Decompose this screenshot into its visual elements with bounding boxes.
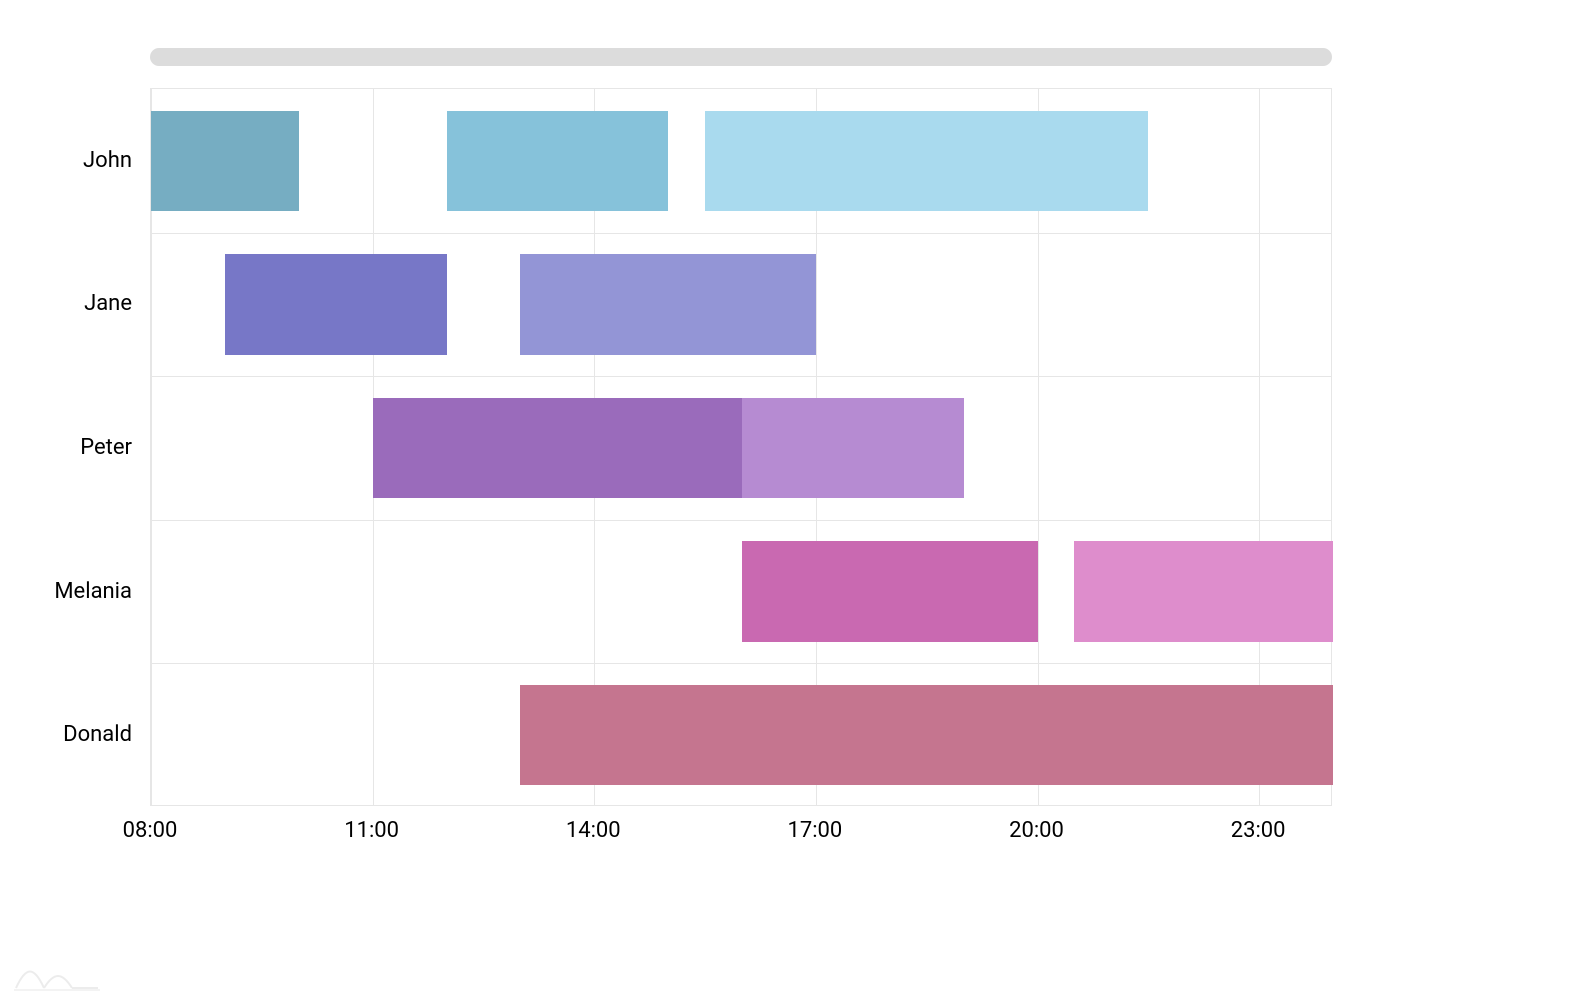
x-axis-label: 23:00 [1231, 818, 1286, 843]
hgrid-line [151, 520, 1331, 521]
gantt-bar[interactable] [373, 398, 742, 499]
y-axis-label: John [0, 148, 132, 173]
range-scrollbar[interactable] [150, 48, 1332, 66]
x-axis-label: 14:00 [566, 818, 621, 843]
y-axis-label: Donald [0, 722, 132, 747]
x-axis-label: 08:00 [123, 818, 178, 843]
y-axis-label: Jane [0, 291, 132, 316]
gantt-bar[interactable] [705, 111, 1148, 212]
gantt-bar[interactable] [447, 111, 669, 212]
y-axis-label: Peter [0, 435, 132, 460]
x-axis-label: 20:00 [1009, 818, 1064, 843]
gantt-bar[interactable] [151, 111, 299, 212]
y-axis-label: Melania [0, 579, 132, 604]
x-axis-label: 17:00 [787, 818, 842, 843]
gantt-bar[interactable] [225, 254, 447, 355]
hgrid-line [151, 233, 1331, 234]
gantt-chart: John Jane Peter Melania Donald 08:00 11:00 14:… [0, 0, 1586, 1000]
gantt-bar[interactable] [1074, 541, 1333, 642]
plot-area[interactable] [150, 88, 1332, 806]
x-axis-label: 11:00 [344, 818, 399, 843]
hgrid-line [151, 376, 1331, 377]
gantt-bar[interactable] [742, 398, 964, 499]
gantt-bar[interactable] [520, 254, 816, 355]
amcharts-logo [14, 958, 100, 994]
gantt-bar[interactable] [742, 541, 1038, 642]
gantt-bar[interactable] [520, 685, 1333, 786]
hgrid-line [151, 663, 1331, 664]
